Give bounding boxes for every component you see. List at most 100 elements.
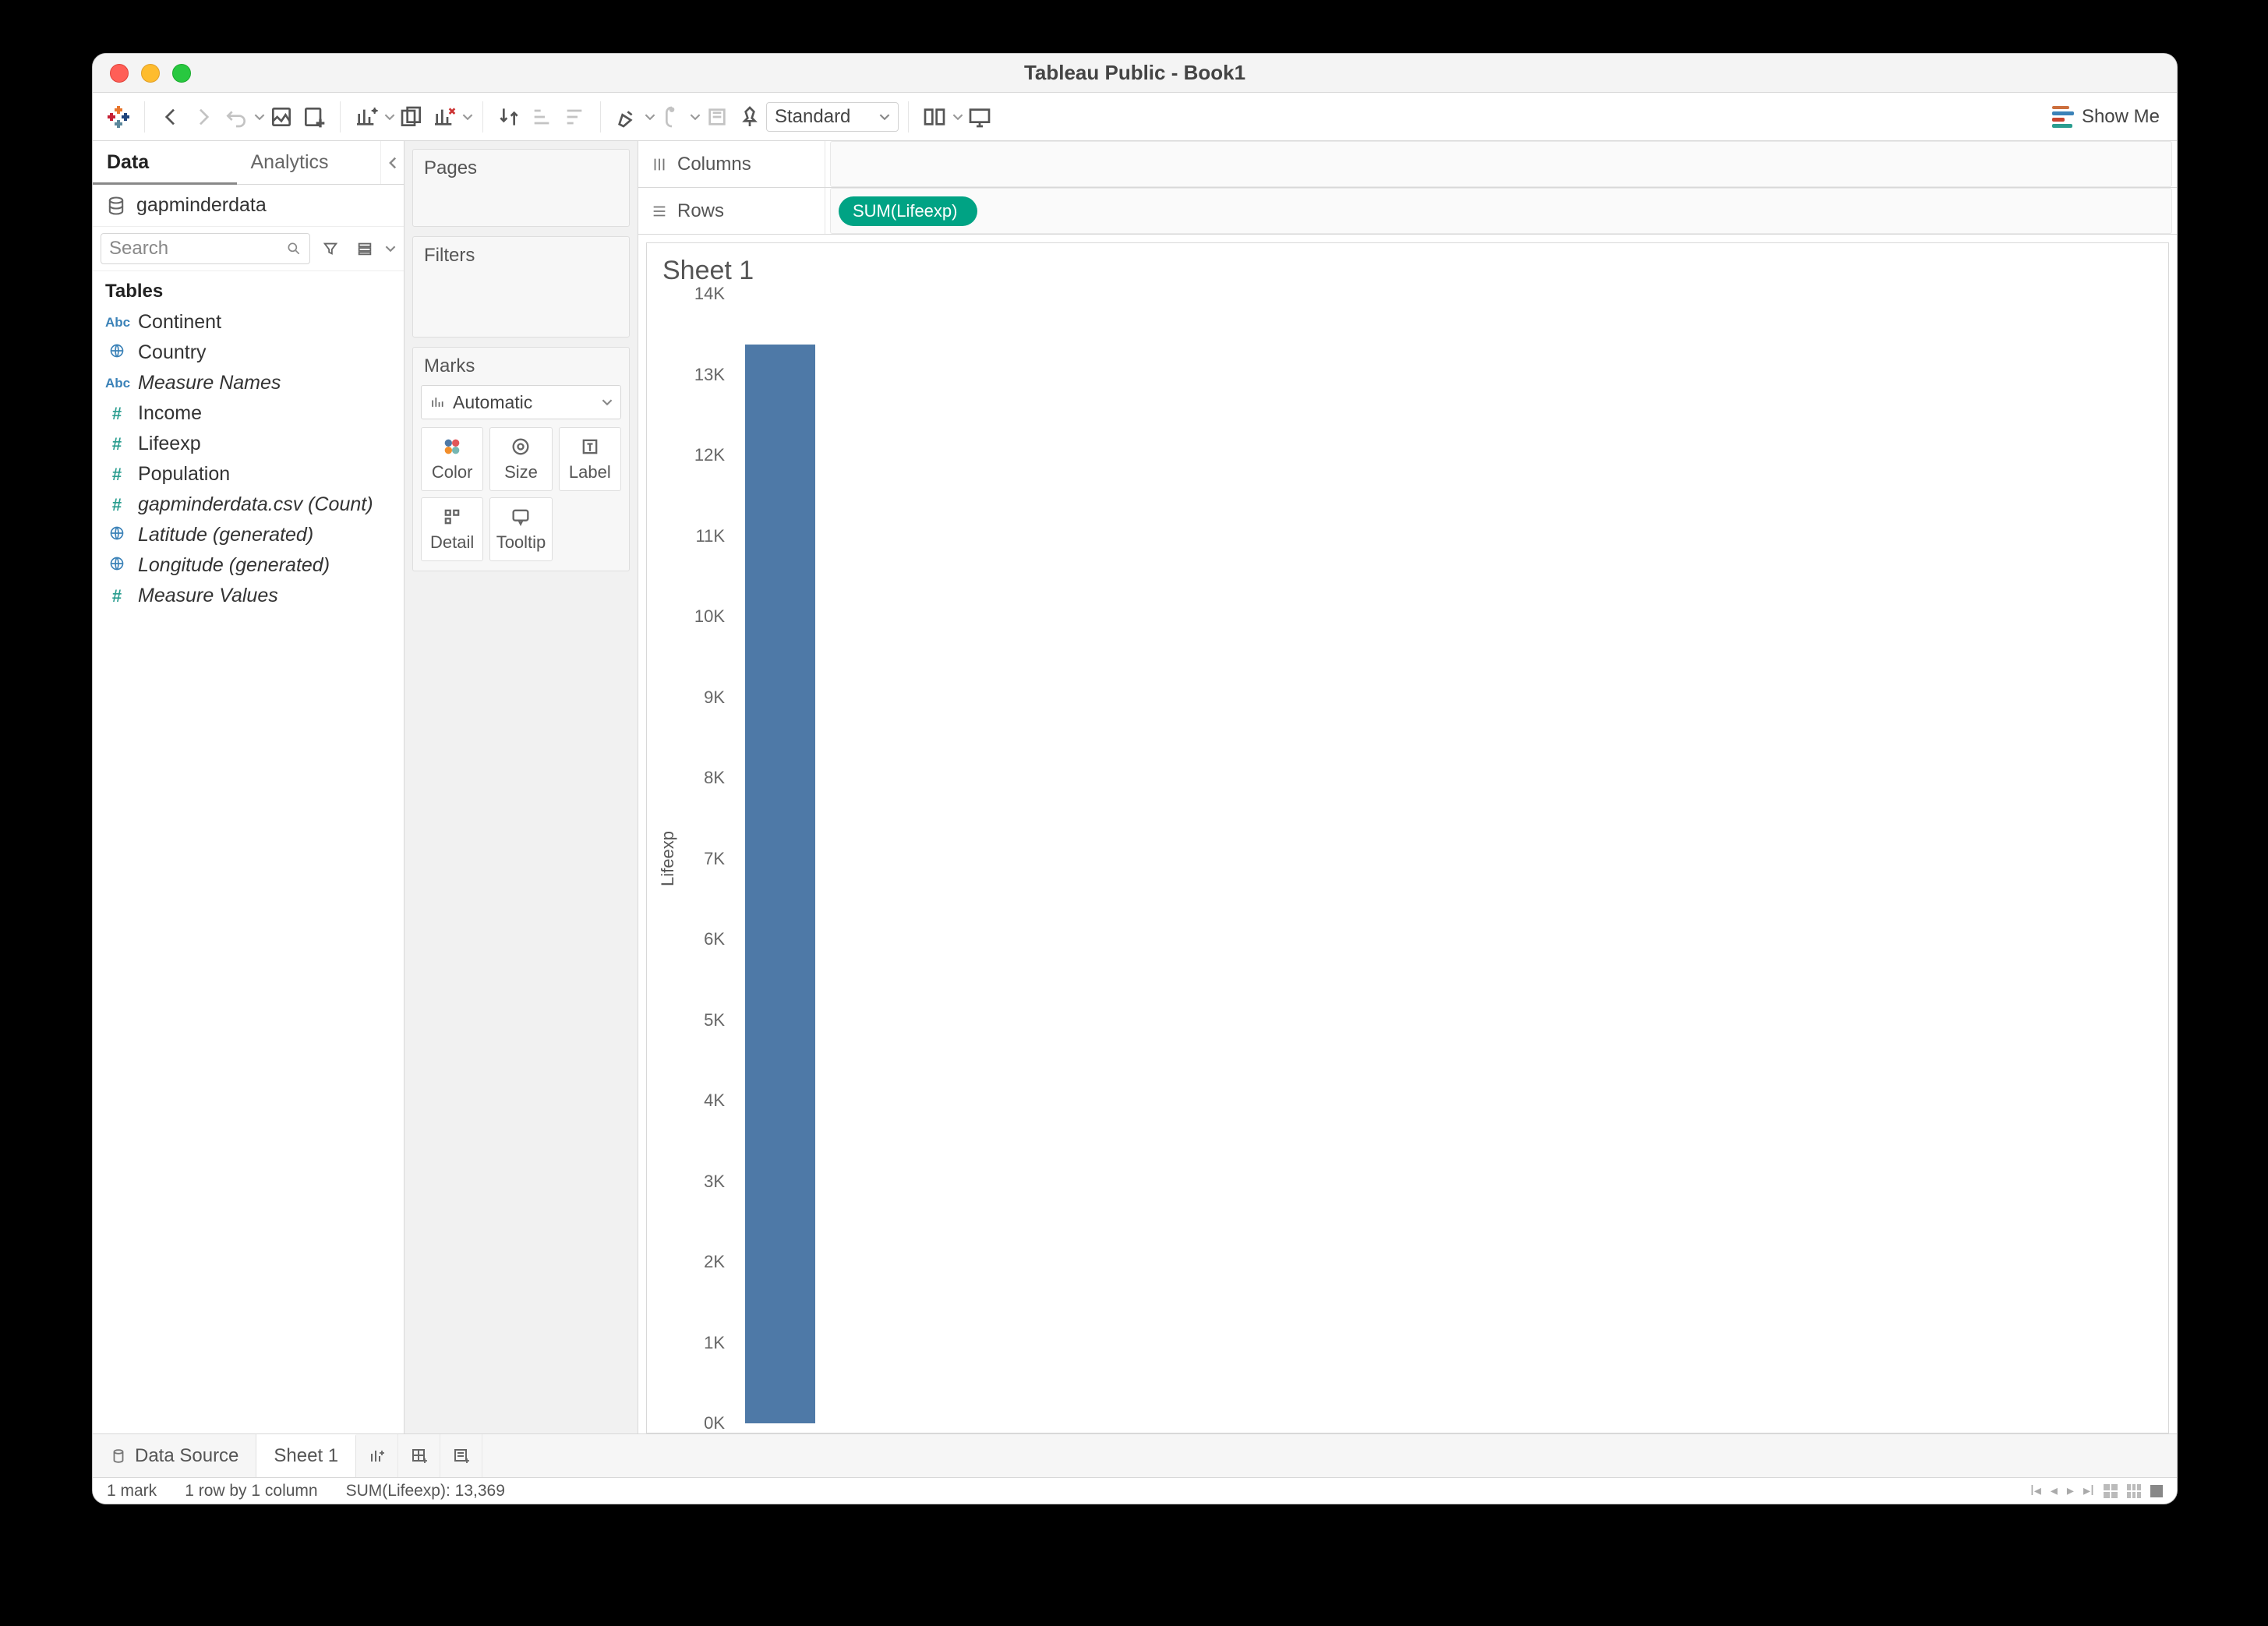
- tab-data-source[interactable]: Data Source: [93, 1434, 256, 1477]
- presentation-mode-icon[interactable]: [963, 101, 996, 133]
- y-tick: 0K: [704, 1413, 725, 1433]
- prev-sheet-icon[interactable]: ◂: [2051, 1483, 2058, 1499]
- cards-pane: Pages Filters Marks Automatic: [404, 141, 638, 1433]
- number-type-icon: #: [105, 465, 129, 485]
- columns-shelf[interactable]: Columns: [638, 141, 2177, 188]
- field-gapminderdata-csv-count-[interactable]: #gapminderdata.csv (Count): [93, 490, 404, 520]
- field-lifeexp[interactable]: #Lifeexp: [93, 429, 404, 459]
- filters-card[interactable]: Filters: [412, 236, 630, 338]
- view-fields-icon[interactable]: [351, 235, 379, 263]
- filter-fields-icon[interactable]: [316, 235, 344, 263]
- swap-rows-columns-icon[interactable]: [493, 101, 525, 133]
- text-icon: [579, 436, 601, 458]
- y-tick: 4K: [704, 1090, 725, 1111]
- clear-sheet-icon[interactable]: [428, 101, 461, 133]
- new-worksheet-tab[interactable]: [356, 1434, 398, 1477]
- status-sum: SUM(Lifeexp): 13,369: [346, 1482, 505, 1501]
- show-tab-icon[interactable]: [2150, 1485, 2163, 1497]
- fields-menu-caret[interactable]: [385, 243, 396, 254]
- forward-button[interactable]: [187, 101, 220, 133]
- marks-tooltip-button[interactable]: Tooltip: [489, 497, 552, 561]
- rows-shelf[interactable]: Rows SUM(Lifeexp): [638, 188, 2177, 235]
- window-title: Tableau Public - Book1: [93, 61, 2177, 85]
- group-icon[interactable]: [655, 101, 688, 133]
- chart-plot[interactable]: [730, 294, 815, 1423]
- bar-chart-icon: [429, 394, 445, 410]
- y-tick: 13K: [694, 365, 725, 385]
- field-longitude-generated-[interactable]: Longitude (generated): [93, 550, 404, 581]
- field-label: Population: [138, 463, 230, 486]
- field-country[interactable]: Country: [93, 338, 404, 368]
- y-tick: 1K: [704, 1333, 725, 1353]
- sort-asc-icon[interactable]: [525, 101, 558, 133]
- y-tick: 9K: [704, 688, 725, 708]
- bar-mark[interactable]: [745, 345, 815, 1423]
- marks-size-button[interactable]: Size: [489, 427, 552, 491]
- worksheet-area: Columns Rows SUM(Lifeexp) Sheet 1: [638, 141, 2177, 1433]
- save-icon[interactable]: [265, 101, 298, 133]
- y-tick: 10K: [694, 606, 725, 627]
- tab-sheet-1[interactable]: Sheet 1: [256, 1434, 356, 1477]
- field-measure-names[interactable]: AbcMeasure Names: [93, 368, 404, 398]
- last-sheet-icon[interactable]: ▸I: [2083, 1483, 2094, 1499]
- search-input[interactable]: Search: [101, 233, 310, 264]
- show-labels-icon[interactable]: [701, 101, 733, 133]
- sort-desc-icon[interactable]: [558, 101, 591, 133]
- toolbar: Standard Show Me: [93, 93, 2177, 141]
- field-continent[interactable]: AbcContinent: [93, 307, 404, 338]
- sheet-nav-controls: I◂ ◂ ▸ ▸I: [2030, 1483, 2163, 1499]
- y-tick: 12K: [694, 445, 725, 465]
- field-latitude-generated-[interactable]: Latitude (generated): [93, 520, 404, 550]
- field-income[interactable]: #Income: [93, 398, 404, 429]
- new-data-source-icon[interactable]: [298, 101, 330, 133]
- number-type-icon: #: [105, 434, 129, 454]
- sheet-title[interactable]: Sheet 1: [647, 243, 2168, 294]
- y-tick: 5K: [704, 1010, 725, 1030]
- pin-icon[interactable]: [733, 101, 766, 133]
- y-tick: 11K: [695, 526, 725, 546]
- columns-icon: [651, 156, 668, 173]
- marks-detail-button[interactable]: Detail: [421, 497, 483, 561]
- marks-label-button[interactable]: Label: [559, 427, 621, 491]
- tableau-logo-icon[interactable]: [102, 101, 135, 133]
- tab-analytics[interactable]: Analytics: [237, 141, 381, 184]
- next-sheet-icon[interactable]: ▸: [2067, 1483, 2074, 1499]
- mark-type-dropdown[interactable]: Automatic: [421, 385, 621, 419]
- status-bar: 1 mark 1 row by 1 column SUM(Lifeexp): 1…: [93, 1477, 2177, 1504]
- y-tick: 14K: [694, 284, 725, 304]
- field-population[interactable]: # Population: [93, 459, 404, 490]
- back-button[interactable]: [154, 101, 187, 133]
- collapse-pane-button[interactable]: [380, 141, 404, 184]
- y-tick: 2K: [704, 1252, 725, 1272]
- first-sheet-icon[interactable]: I◂: [2030, 1483, 2041, 1499]
- highlight-icon[interactable]: [610, 101, 643, 133]
- fit-dropdown[interactable]: Standard: [766, 102, 899, 132]
- pages-card[interactable]: Pages: [412, 149, 630, 227]
- sheet-tabs-bar: Data Source Sheet 1: [93, 1433, 2177, 1477]
- show-me-button[interactable]: Show Me: [2052, 106, 2167, 128]
- rows-pill-sum-lifeexp[interactable]: SUM(Lifeexp): [839, 196, 977, 226]
- geo-type-icon: [105, 525, 129, 545]
- tooltip-icon: [510, 506, 532, 528]
- show-sheets-icon[interactable]: [2127, 1484, 2141, 1498]
- new-story-tab[interactable]: [440, 1434, 482, 1477]
- field-measure-values[interactable]: #Measure Values: [93, 581, 404, 611]
- show-cards-icon[interactable]: [918, 101, 951, 133]
- new-worksheet-icon[interactable]: [350, 101, 383, 133]
- data-pane: Data Analytics gapminderdata Search Tab: [93, 141, 404, 1433]
- size-icon: [510, 436, 532, 458]
- y-axis-label: Lifeexp: [656, 294, 680, 1423]
- string-type-icon: Abc: [105, 376, 129, 391]
- show-filmstrip-icon[interactable]: [2104, 1484, 2118, 1498]
- show-me-icon: [2052, 106, 2074, 128]
- marks-color-button[interactable]: Color: [421, 427, 483, 491]
- y-tick: 6K: [704, 929, 725, 949]
- detail-icon: [441, 506, 463, 528]
- tables-header: Tables: [93, 271, 404, 307]
- duplicate-sheet-icon[interactable]: [395, 101, 428, 133]
- undo-redo-save-icon[interactable]: [220, 101, 253, 133]
- marks-card: Marks Automatic Color: [412, 347, 630, 571]
- data-source-row[interactable]: gapminderdata: [93, 185, 404, 227]
- new-dashboard-tab[interactable]: [398, 1434, 440, 1477]
- tab-data[interactable]: Data: [93, 141, 237, 184]
